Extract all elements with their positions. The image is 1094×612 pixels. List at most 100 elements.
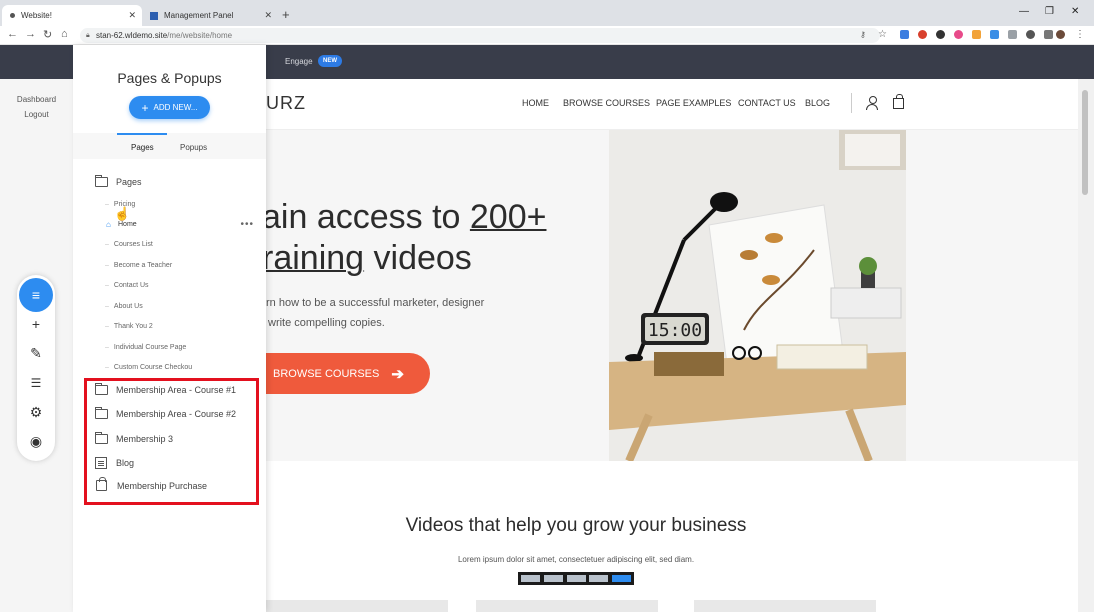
page-label: About Us — [113, 303, 143, 310]
page-item-courses-list[interactable]: – Courses List — [105, 241, 153, 248]
browser-tab-label: Website! — [21, 11, 52, 20]
video-card-thumbnail[interactable] — [266, 600, 448, 612]
hero-title-highlight: raining — [266, 239, 365, 277]
bird — [762, 275, 780, 285]
settings-button[interactable]: ⚙ — [25, 401, 47, 423]
tab-pages[interactable]: Pages — [131, 143, 154, 152]
new-tab-button[interactable]: + — [282, 7, 290, 22]
section-subtitle: Lorem ipsum dolor sit amet, consectetuer… — [457, 555, 695, 564]
hero-subtitle-line2: write compelling copies. — [268, 317, 385, 329]
tree-dash: – — [105, 241, 109, 248]
new-badge: NEW — [318, 55, 342, 67]
key-icon[interactable]: ⚷ — [860, 30, 866, 39]
panel-tabs: Pages Popups — [73, 133, 266, 159]
dashboard-link[interactable]: Dashboard — [0, 95, 73, 104]
site-nav-contact-us[interactable]: CONTACT US — [738, 98, 796, 108]
engage-link[interactable]: Engage — [285, 57, 313, 66]
hero-title-line1: ain access to 200+ — [266, 198, 546, 237]
design-button[interactable]: ✎ — [25, 342, 47, 364]
book-stack — [830, 287, 902, 319]
panel-title: Pages & Popups — [117, 70, 222, 86]
tree-dash: – — [105, 262, 109, 269]
page-label: Custom Course Checkou — [113, 364, 193, 371]
video-card-thumbnail[interactable] — [476, 600, 658, 612]
slider-dot[interactable] — [566, 575, 586, 582]
slider-dot[interactable] — [543, 575, 563, 582]
extension-icon[interactable] — [990, 30, 999, 39]
editor-toolbar: ≡ + ✎ ☰ ⚙ ◉ — [17, 275, 55, 461]
page-item-home[interactable]: ⌂ Home ••• — [73, 217, 266, 234]
tree-dash: – — [105, 201, 109, 208]
video-card-thumbnail[interactable] — [694, 600, 876, 612]
page-item-thank-you-2[interactable]: – Thank You 2 — [105, 323, 153, 330]
user-icon[interactable] — [866, 96, 878, 110]
close-tab-icon[interactable]: ✕ — [128, 10, 136, 21]
site-nav-browse-courses[interactable]: BROWSE COURSES — [563, 98, 650, 108]
browser-menu-icon[interactable]: ⋮ — [1075, 29, 1085, 40]
scrollbar-thumb[interactable] — [1082, 90, 1088, 195]
slider-dot[interactable] — [521, 575, 540, 582]
extension-icon[interactable] — [1008, 30, 1017, 39]
hero-title-text: ain access to — [266, 198, 470, 236]
extension-icon[interactable] — [972, 30, 981, 39]
filter-button[interactable]: ☰ — [25, 372, 47, 394]
preview-button[interactable]: ◉ — [25, 430, 47, 452]
forward-icon[interactable]: → — [25, 28, 36, 40]
bookmark-star-icon[interactable]: ☆ — [878, 29, 887, 40]
site-nav-blog[interactable]: BLOG — [805, 98, 830, 108]
gear-icon: ⚙ — [29, 403, 43, 420]
browser-tab-management[interactable]: Management Panel ✕ — [142, 5, 278, 26]
slider-dot[interactable] — [589, 575, 609, 582]
restore-icon[interactable]: ❐ — [1045, 6, 1054, 17]
back-icon[interactable]: ← — [7, 28, 18, 40]
close-window-icon[interactable]: ✕ — [1071, 6, 1079, 17]
home-icon[interactable]: ⌂ — [61, 28, 68, 40]
tab-popups[interactable]: Popups — [180, 143, 207, 152]
site-nav-home[interactable]: HOME — [522, 98, 549, 108]
hero-title-line2: raining videos — [266, 239, 472, 278]
extension-icon[interactable] — [918, 30, 927, 39]
browse-courses-button[interactable]: BROWSE COURSES ➔ — [266, 353, 430, 394]
pages-menu-button[interactable]: ≡ — [19, 278, 53, 312]
lamp-base — [625, 354, 643, 362]
slider-dot-active[interactable] — [612, 575, 631, 582]
extension-icon[interactable] — [1044, 30, 1053, 39]
extension-icon[interactable] — [900, 30, 909, 39]
close-tab-icon[interactable]: ✕ — [264, 10, 272, 21]
logout-link[interactable]: Logout — [0, 110, 73, 119]
add-new-button[interactable]: + ADD NEW... — [129, 96, 210, 119]
extension-icon[interactable] — [936, 30, 945, 39]
page-label: Contact Us — [113, 282, 149, 289]
website-preview: URZ HOME BROWSE COURSES PAGE EXAMPLES CO… — [266, 79, 1078, 612]
page-item-become-a-teacher[interactable]: – Become a Teacher — [105, 262, 172, 269]
page-item-about-us[interactable]: – About Us — [105, 303, 143, 310]
site-logo[interactable]: URZ — [266, 93, 306, 114]
tree-dash: – — [105, 364, 109, 371]
page-label: Courses List — [113, 241, 153, 248]
nav-divider — [851, 93, 852, 113]
add-element-button[interactable]: + — [25, 313, 47, 335]
more-options-icon[interactable]: ••• — [240, 219, 254, 230]
folder-pages[interactable]: Pages — [95, 175, 142, 187]
page-item-custom-course-checkout[interactable]: – Custom Course Checkou — [105, 364, 192, 371]
browser-tab-website[interactable]: Website! ✕ — [2, 5, 142, 26]
url-bar[interactable]: 🔒︎ stan-62.wldemo.site/me/website/home — [80, 28, 880, 43]
site-nav-page-examples[interactable]: PAGE EXAMPLES — [656, 98, 731, 108]
clock-time: 15:00 — [648, 320, 702, 341]
brush-icon: ✎ — [30, 344, 42, 361]
extension-icon[interactable] — [1026, 30, 1035, 39]
page-item-contact-us[interactable]: – Contact Us — [105, 282, 149, 289]
cart-icon[interactable] — [893, 94, 904, 109]
minimize-icon[interactable]: — — [1019, 6, 1029, 17]
bird — [765, 233, 783, 243]
site-favicon-icon — [10, 13, 15, 18]
page-item-individual-course-page[interactable]: – Individual Course Page — [105, 344, 186, 351]
page-label: Individual Course Page — [113, 344, 187, 351]
extension-icon[interactable] — [954, 30, 963, 39]
active-tab-indicator — [117, 133, 167, 135]
desk-illustration: 15:00 — [609, 130, 906, 461]
screen: Website! ✕ Management Panel ✕ + — ❐ ✕ ← … — [0, 0, 1094, 612]
reload-icon[interactable]: ↻ — [43, 28, 52, 41]
eye-icon: ◉ — [29, 432, 43, 449]
profile-avatar-icon[interactable] — [1056, 30, 1065, 39]
